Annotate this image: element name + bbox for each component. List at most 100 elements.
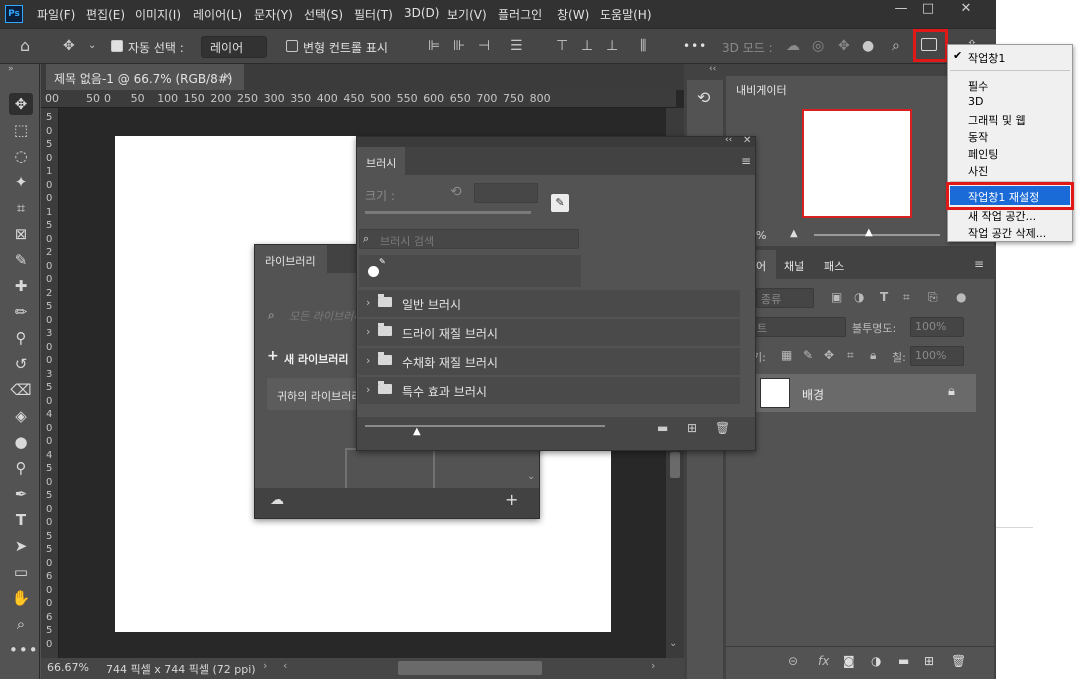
add-icon[interactable]: + xyxy=(267,348,279,364)
search-icon[interactable]: ⌕ xyxy=(892,38,900,54)
horizontal-scroll-thumb[interactable] xyxy=(398,661,542,675)
filter-adjustment-icon[interactable]: ◑ xyxy=(854,290,864,304)
trash-icon[interactable]: 🗑︎ xyxy=(951,654,966,668)
eyedropper-icon[interactable]: ✎ xyxy=(9,249,33,271)
adjustment-layer-icon[interactable]: ◑ xyxy=(871,654,881,668)
brush-tool-icon[interactable]: ✏ xyxy=(9,301,33,323)
menu-3d[interactable]: 3D(D) xyxy=(404,6,439,20)
path-select-icon[interactable]: ➤ xyxy=(9,535,33,557)
healing-brush-icon[interactable]: ✚ xyxy=(9,275,33,297)
menu-filter[interactable]: 필터(T) xyxy=(354,6,393,23)
filter-type-icon[interactable]: T xyxy=(880,290,888,304)
delete-brush-icon[interactable]: 🗑︎ xyxy=(715,421,730,435)
brush-preview-size-slider[interactable] xyxy=(365,425,605,427)
eraser-icon[interactable]: ⌫ xyxy=(9,379,33,401)
lock-icon[interactable]: 🔒︎ xyxy=(948,384,955,399)
tab-close-icon[interactable]: × xyxy=(222,69,232,83)
lock-artboard-icon[interactable]: ⌗ xyxy=(847,348,854,363)
blur-tool-icon[interactable]: ● xyxy=(9,431,33,453)
library-scroll-icon[interactable]: ⌄ xyxy=(527,471,535,482)
history-panel-icon[interactable]: ⟲ xyxy=(697,88,710,107)
kind-filter[interactable]: 종류 xyxy=(756,288,814,308)
scroll-right-icon[interactable]: › xyxy=(651,659,655,672)
new-layer-icon[interactable]: ⊞ xyxy=(924,654,934,668)
menu-select[interactable]: 선택(S) xyxy=(304,6,343,23)
brushes-tab[interactable]: 브러시 xyxy=(357,147,405,175)
workspace-reset-item[interactable]: 작업창1 재설정 xyxy=(950,186,1070,205)
cloud-icon[interactable]: ☁ xyxy=(270,492,284,508)
brush-folder-dry-media[interactable]: › 드라이 재질 브러시 xyxy=(358,319,740,346)
filter-smart-icon[interactable]: ⎘ xyxy=(928,290,938,305)
menu-window[interactable]: 창(W) xyxy=(557,6,589,23)
user-icon[interactable]: ● xyxy=(862,38,874,54)
channels-tab[interactable]: 채널 xyxy=(784,258,804,274)
menu-edit[interactable]: 편집(E) xyxy=(86,6,125,23)
preview-slider-thumb[interactable]: ▲ xyxy=(413,426,421,437)
brush-settings-icon[interactable]: ✎ xyxy=(551,194,569,212)
menu-image[interactable]: 이미지(I) xyxy=(135,6,181,23)
magic-wand-icon[interactable]: ✦ xyxy=(9,171,33,193)
navigator-zoom-value[interactable]: % xyxy=(756,229,766,242)
menu-plugins[interactable]: 플러그인 xyxy=(498,6,542,23)
menu-layer[interactable]: 레이어(L) xyxy=(193,6,242,23)
distribute-icon[interactable]: ☰ xyxy=(510,38,523,54)
navigator-preview[interactable] xyxy=(802,109,912,218)
brush-folder-general[interactable]: › 일반 브러시 xyxy=(358,290,740,317)
navigator-zoom-slider[interactable] xyxy=(814,234,940,236)
3d-orbit-icon[interactable]: ☁ xyxy=(786,38,800,54)
scroll-thumb[interactable] xyxy=(670,452,680,478)
more-options-button[interactable]: ••• xyxy=(683,39,707,53)
align-middle-icon[interactable]: ⊥ xyxy=(581,38,593,54)
chevron-down-icon[interactable]: ⌄ xyxy=(88,38,96,54)
maximize-button[interactable]: □ xyxy=(911,0,945,20)
filter-image-icon[interactable]: ▣ xyxy=(831,290,842,304)
filter-shape-icon[interactable]: ⌗ xyxy=(903,290,910,305)
mask-icon[interactable]: ◙ xyxy=(843,654,855,668)
lock-pixels-icon[interactable]: ▦ xyxy=(781,348,792,362)
workspace-item-3d[interactable]: 3D xyxy=(968,95,983,108)
align-right-icon[interactable]: ⊣ xyxy=(478,38,490,54)
more-tools-icon[interactable]: ••• xyxy=(9,639,38,661)
workspace-item-painting[interactable]: 페인팅 xyxy=(968,146,998,162)
rectangle-tool-icon[interactable]: ▭ xyxy=(9,561,33,583)
new-workspace-item[interactable]: 새 작업 공간... xyxy=(968,208,1036,224)
workspace-item-graphic-web[interactable]: 그래픽 및 웹 xyxy=(968,112,1026,128)
lock-all-icon[interactable]: 🔒︎ xyxy=(870,348,876,363)
lasso-tool-icon[interactable]: ◌ xyxy=(9,145,33,167)
brush-folder-wet-media[interactable]: › 수채화 재질 브러시 xyxy=(358,348,740,375)
document-tab[interactable]: 제목 없음-1 @ 66.7% (RGB/8#) × xyxy=(46,64,244,90)
workspace-item-photography[interactable]: 사진 xyxy=(968,163,988,179)
close-icon[interactable]: ✕ xyxy=(743,135,751,146)
lock-position-icon[interactable]: ✥ xyxy=(824,348,834,362)
panel-menu-icon[interactable]: ≡ xyxy=(741,154,751,168)
transform-controls-checkbox[interactable] xyxy=(286,40,298,52)
panel-menu-icon[interactable]: ≡ xyxy=(974,257,984,271)
brush-search-input[interactable]: ⌕ 브러시 검색 xyxy=(359,229,579,249)
collapse-icon[interactable]: ‹‹ xyxy=(725,135,732,145)
filter-toggle-icon[interactable]: ● xyxy=(956,290,966,304)
3d-pan-icon[interactable]: ✥ xyxy=(838,38,850,54)
pen-tool-icon[interactable]: ✒ xyxy=(9,483,33,505)
fill-input[interactable]: 100% xyxy=(910,346,964,366)
crop-tool-icon[interactable]: ⌗ xyxy=(9,197,33,219)
link-layers-icon[interactable]: ⊝ xyxy=(788,654,798,668)
zoom-out-icon[interactable]: ▲ xyxy=(790,228,798,239)
group-folder-icon[interactable]: ▬ xyxy=(898,654,909,668)
layer-row-background[interactable]: 배경 🔒︎ xyxy=(752,374,976,412)
navigator-tab[interactable]: 내비게이터 xyxy=(726,76,798,102)
library-search-input[interactable]: 모든 라이브러리 xyxy=(289,308,363,324)
zoom-tool-icon[interactable]: ⌕ xyxy=(9,613,33,635)
add-content-icon[interactable]: + xyxy=(505,490,518,509)
move-tool-icon[interactable]: ✥ xyxy=(63,38,75,54)
workspace-item-essentials[interactable]: 필수 xyxy=(968,78,988,94)
dodge-tool-icon[interactable]: ⚲ xyxy=(9,457,33,479)
scroll-left-icon[interactable]: ‹ xyxy=(283,659,287,672)
libraries-tab[interactable]: 라이브러리 xyxy=(255,245,327,273)
navigator-slider-thumb[interactable]: ▲ xyxy=(865,227,873,238)
brush-folder-special-effects[interactable]: › 특수 효과 브러시 xyxy=(358,377,740,404)
workspace-item-current[interactable]: 작업창1 xyxy=(968,50,1005,66)
menu-type[interactable]: 문자(Y) xyxy=(254,6,293,23)
move-tool-icon[interactable]: ✥ xyxy=(9,93,33,115)
align-top-icon[interactable]: ⊤ xyxy=(556,38,568,54)
auto-select-dropdown[interactable]: 레이어 xyxy=(201,36,267,58)
